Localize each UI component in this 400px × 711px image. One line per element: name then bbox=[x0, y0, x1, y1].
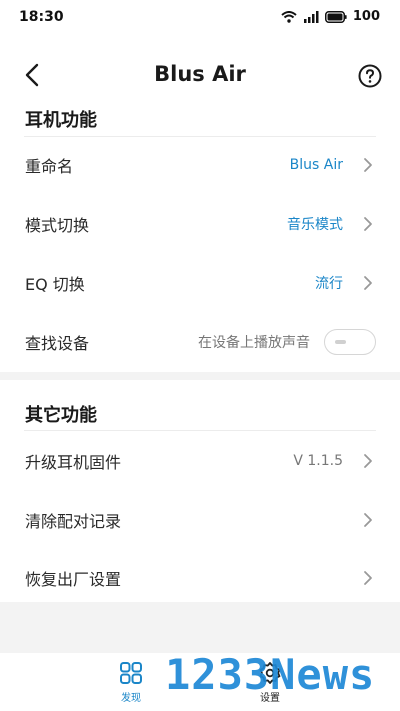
status-icons: 100 bbox=[281, 9, 380, 24]
row-value: 音乐模式 bbox=[287, 217, 343, 233]
tab-discover[interactable]: 发现 bbox=[101, 661, 161, 704]
row-label: 模式切换 bbox=[25, 216, 90, 235]
row-label: 重命名 bbox=[25, 157, 74, 176]
row-value: V 1.1.5 bbox=[293, 453, 343, 469]
row-label: 清除配对记录 bbox=[25, 512, 122, 531]
chevron-right-icon bbox=[364, 571, 372, 585]
row-value: Blus Air bbox=[289, 157, 343, 173]
earphone-functions-section: 耳机功能 重命名 Blus Air 模式切换 音乐模式 EQ 切换 流行 查找设… bbox=[0, 104, 400, 372]
toggle-knob bbox=[335, 340, 346, 344]
other-functions-section: 其它功能 升级耳机固件 V 1.1.5 清除配对记录 恢复出厂设置 bbox=[0, 380, 400, 602]
rename-row[interactable]: 重命名 Blus Air bbox=[0, 136, 400, 194]
row-label: 升级耳机固件 bbox=[25, 453, 122, 472]
watermark: 1233News bbox=[165, 650, 376, 699]
section-title: 其它功能 bbox=[25, 405, 97, 426]
wifi-icon bbox=[281, 10, 297, 23]
status-time: 18:30 bbox=[19, 9, 64, 25]
factory-reset-row[interactable]: 恢复出厂设置 bbox=[0, 549, 400, 607]
chevron-right-icon bbox=[364, 513, 372, 527]
row-label: EQ 切换 bbox=[25, 275, 85, 294]
grid-icon bbox=[120, 662, 142, 684]
status-bar: 18:30 100 bbox=[0, 0, 400, 36]
find-device-toggle[interactable] bbox=[324, 329, 376, 355]
section-header: 耳机功能 bbox=[24, 104, 376, 137]
row-value: 在设备上播放声音 bbox=[198, 335, 310, 351]
nav-bar: Blus Air bbox=[0, 36, 400, 104]
section-header: 其它功能 bbox=[24, 392, 376, 431]
page-title: Blus Air bbox=[154, 62, 246, 86]
chevron-right-icon bbox=[364, 276, 372, 290]
find-device-row: 查找设备 在设备上播放声音 bbox=[0, 313, 400, 371]
battery-icon bbox=[324, 10, 347, 23]
section-title: 耳机功能 bbox=[25, 110, 97, 131]
signal-icon bbox=[303, 10, 319, 23]
help-circle-icon bbox=[358, 64, 382, 88]
eq-switch-row[interactable]: EQ 切换 流行 bbox=[0, 254, 400, 312]
chevron-right-icon bbox=[364, 158, 372, 172]
help-button[interactable] bbox=[358, 64, 382, 88]
firmware-upgrade-row[interactable]: 升级耳机固件 V 1.1.5 bbox=[0, 432, 400, 490]
chevron-right-icon bbox=[364, 454, 372, 468]
row-label: 查找设备 bbox=[25, 334, 90, 353]
battery-level: 100 bbox=[352, 9, 380, 24]
chevron-right-icon bbox=[364, 217, 372, 231]
mode-switch-row[interactable]: 模式切换 音乐模式 bbox=[0, 195, 400, 253]
tab-label: 发现 bbox=[121, 693, 141, 704]
row-value: 流行 bbox=[315, 276, 343, 292]
clear-pairing-row[interactable]: 清除配对记录 bbox=[0, 491, 400, 549]
row-label: 恢复出厂设置 bbox=[25, 570, 122, 589]
